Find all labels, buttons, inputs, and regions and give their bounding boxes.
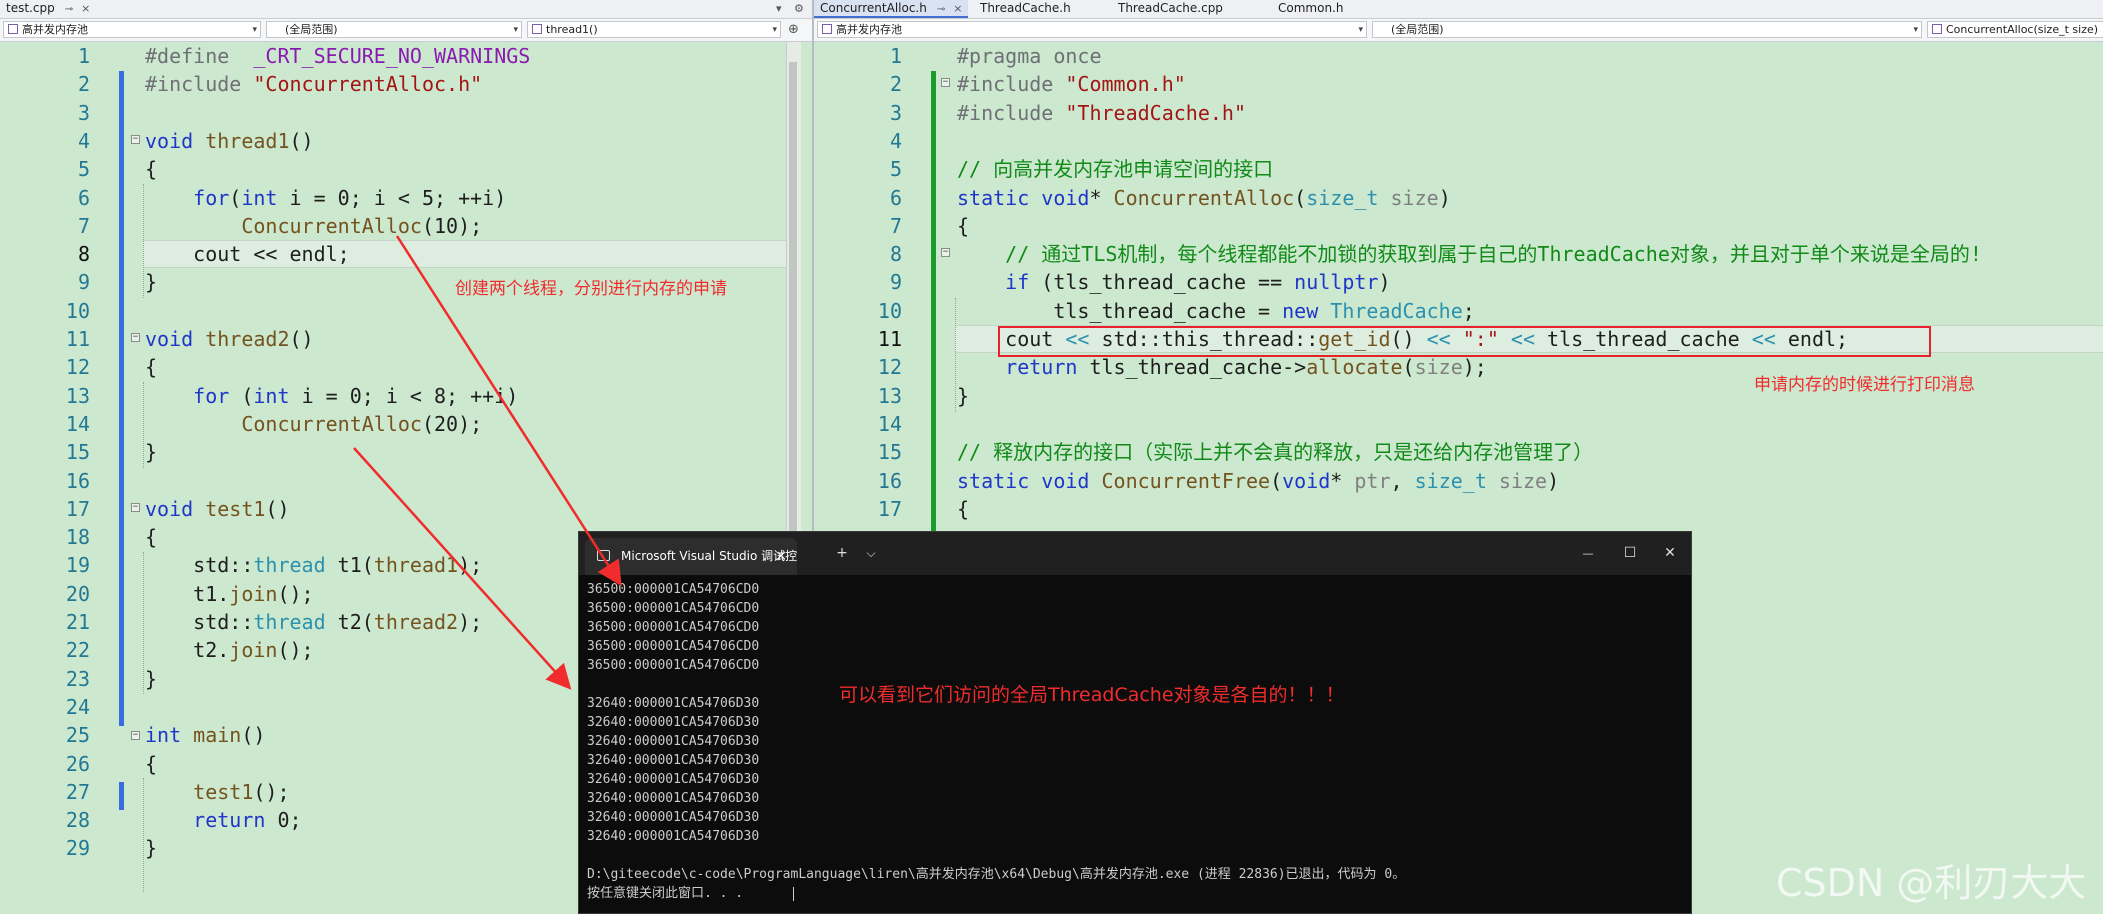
arrow-to-second-thread-output [353, 447, 572, 690]
annotation-arrows [353, 235, 622, 690]
arrow-to-first-thread-output [395, 235, 622, 587]
watermark: CSDN @利刃大大 [1776, 861, 2087, 905]
